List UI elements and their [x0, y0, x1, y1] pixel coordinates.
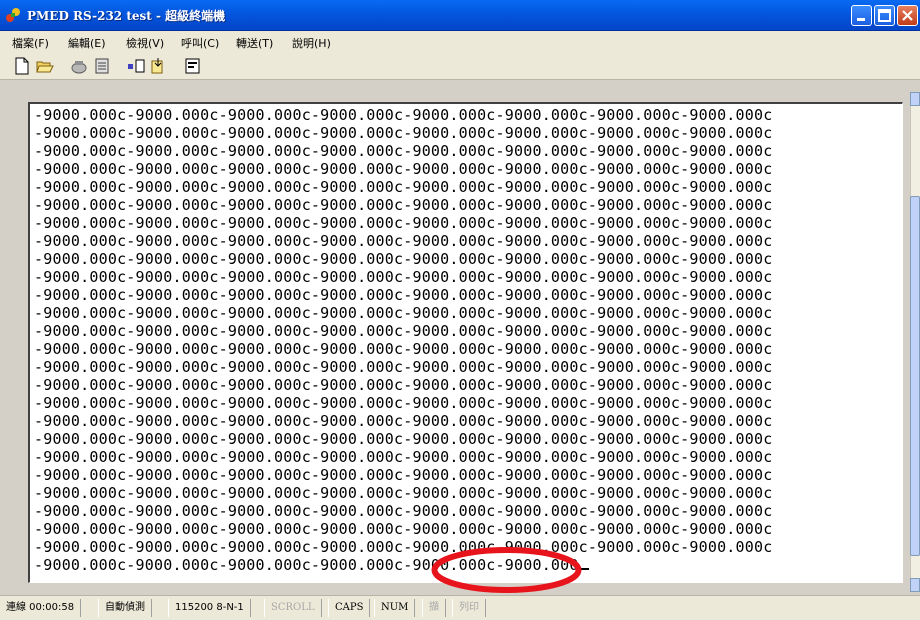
minimize-button[interactable]	[851, 5, 872, 26]
status-caps: CAPS	[328, 599, 371, 617]
terminal-line: -9000.000c-9000.000c-9000.000c-9000.000c…	[34, 502, 773, 520]
terminal-line: -9000.000c-9000.000c-9000.000c-9000.000c…	[34, 448, 773, 466]
terminal-line: -9000.000c-9000.000c-9000.000c-9000.000c…	[34, 196, 773, 214]
scroll-down-arrow[interactable]	[910, 578, 920, 592]
text-cursor	[579, 568, 589, 570]
terminal-line: -9000.000c-9000.000c-9000.000c-9000.000c…	[34, 322, 773, 340]
menu-help[interactable]: 說明(H)	[292, 35, 331, 51]
receive-icon[interactable]	[150, 57, 168, 75]
terminal-line: -9000.000c-9000.000c-9000.000c-9000.000c…	[34, 160, 773, 178]
terminal-line: -9000.000c-9000.000c-9000.000c-9000.000c…	[34, 520, 773, 538]
terminal-line: -9000.000c-9000.000c-9000.000c-9000.000c…	[34, 142, 773, 160]
new-icon[interactable]	[13, 57, 31, 75]
terminal-line: -9000.000c-9000.000c-9000.000c-9000.000c…	[34, 232, 773, 250]
terminal-line: -9000.000c-9000.000c-9000.000c-9000.000c…	[34, 412, 773, 430]
terminal-line: -9000.000c-9000.000c-9000.000c-9000.000c…	[34, 376, 773, 394]
menu-view[interactable]: 檢視(V)	[126, 35, 164, 51]
terminal-line: -9000.000c-9000.000c-9000.000c-9000.000c…	[34, 268, 773, 286]
status-capture: 擷	[422, 599, 446, 617]
terminal-line-last: -9000.000c-9000.000c-9000.000c-9000.000c…	[34, 556, 900, 574]
terminal-line: -9000.000c-9000.000c-9000.000c-9000.000c…	[34, 178, 773, 196]
status-num: NUM	[374, 599, 416, 617]
terminal-line: -9000.000c-9000.000c-9000.000c-9000.000c…	[34, 250, 773, 268]
status-detect: 自動偵測	[98, 599, 152, 617]
terminal-line: -9000.000c-9000.000c-9000.000c-9000.000c…	[34, 466, 773, 484]
terminal-line: -9000.000c-9000.000c-9000.000c-9000.000c…	[34, 484, 773, 502]
menu-transfer[interactable]: 轉送(T)	[236, 35, 273, 51]
title-bar[interactable]: PMED RS-232 test - 超級終端機	[0, 0, 920, 31]
menu-call[interactable]: 呼叫(C)	[181, 35, 219, 51]
open-icon[interactable]	[36, 57, 54, 75]
close-button[interactable]	[897, 5, 918, 26]
scrollbar-thumb[interactable]	[910, 196, 920, 556]
terminal-line: -9000.000c-9000.000c-9000.000c-9000.000c…	[34, 538, 773, 556]
status-print: 列印	[452, 599, 486, 617]
terminal-line: -9000.000c-9000.000c-9000.000c-9000.000c…	[34, 106, 773, 124]
menu-bar: 檔案(F) 編輯(E) 檢視(V) 呼叫(C) 轉送(T) 說明(H)	[0, 31, 920, 53]
status-connection: 連線 00:00:58	[0, 599, 82, 617]
status-bar: 連線 00:00:58 自動偵測 115200 8-N-1 SCROLL CAP…	[0, 595, 920, 620]
terminal-line: -9000.000c-9000.000c-9000.000c-9000.000c…	[34, 358, 773, 376]
status-scroll: SCROLL	[264, 599, 322, 617]
close-icon	[902, 10, 913, 21]
terminal-line: -9000.000c-9000.000c-9000.000c-9000.000c…	[34, 394, 773, 412]
disconnect-icon[interactable]	[93, 57, 111, 75]
toolbar	[0, 53, 920, 80]
terminal-line: -9000.000c-9000.000c-9000.000c-9000.000c…	[34, 304, 773, 322]
scroll-up-arrow[interactable]	[910, 92, 920, 106]
terminal-line: -9000.000c-9000.000c-9000.000c-9000.000c…	[34, 124, 773, 142]
hyperterminal-icon	[6, 8, 20, 22]
menu-edit[interactable]: 編輯(E)	[68, 35, 106, 51]
maximize-button[interactable]	[874, 5, 895, 26]
terminal-line: -9000.000c-9000.000c-9000.000c-9000.000c…	[34, 286, 773, 304]
window-title: PMED RS-232 test - 超級終端機	[27, 9, 226, 23]
terminal-line: -9000.000c-9000.000c-9000.000c-9000.000c…	[34, 430, 773, 448]
send-icon[interactable]	[127, 57, 145, 75]
minimize-icon	[857, 18, 865, 21]
menu-file[interactable]: 檔案(F)	[12, 35, 49, 51]
terminal-line: -9000.000c-9000.000c-9000.000c-9000.000c…	[34, 214, 773, 232]
maximize-icon	[878, 9, 891, 22]
terminal-last-text: -9000.000c-9000.000c-9000.000c-9000.000c…	[34, 556, 579, 574]
terminal-line: -9000.000c-9000.000c-9000.000c-9000.000c…	[34, 340, 773, 358]
call-icon[interactable]	[70, 57, 88, 75]
properties-icon[interactable]	[184, 57, 202, 75]
terminal-screen[interactable]: -9000.000c-9000.000c-9000.000c-9000.000c…	[28, 102, 903, 583]
status-port: 115200 8-N-1	[168, 599, 251, 617]
